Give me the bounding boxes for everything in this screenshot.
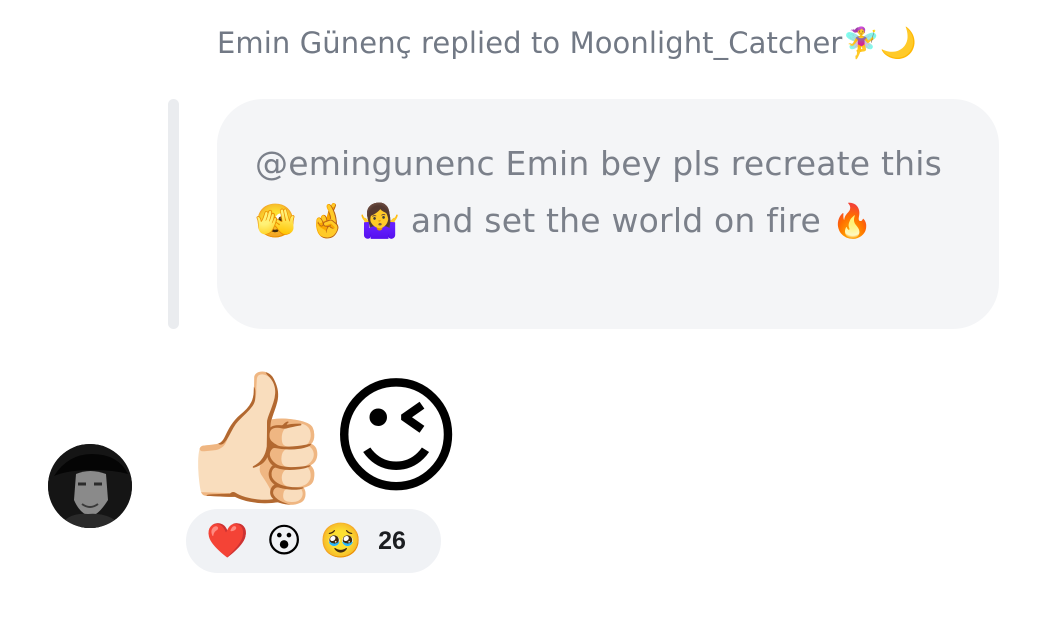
reply-context-header: Emin Günenç replied to Moonlight_Catcher…: [217, 26, 917, 61]
message-emoji-content[interactable]: 👍🏻😉: [176, 358, 463, 518]
message-thread: Emin Günenç replied to Moonlight_Catcher…: [0, 0, 1037, 623]
reactions-pill[interactable]: ❤️ 😮 🥹 26: [182, 505, 445, 577]
reply-context-text: Emin Günenç replied to Moonlight_Catcher: [217, 26, 843, 60]
reaction-count: 26: [378, 526, 406, 555]
quoted-message-bubble[interactable]: @emingunenc Emin bey pls recreate this 🫣…: [217, 99, 999, 329]
avatar-photo-icon: [48, 444, 132, 528]
avatar[interactable]: [48, 444, 132, 528]
quoted-message-text: @emingunenc Emin bey pls recreate this 🫣…: [255, 144, 943, 240]
surprised-reaction-icon: 😮: [266, 521, 302, 561]
holding-back-tears-reaction-icon: 🥹: [319, 521, 363, 561]
reply-context-emojis: 🧚‍♀️🌙: [842, 26, 918, 61]
quote-bar: [168, 99, 179, 329]
heart-reaction-icon: ❤️: [206, 521, 249, 561]
